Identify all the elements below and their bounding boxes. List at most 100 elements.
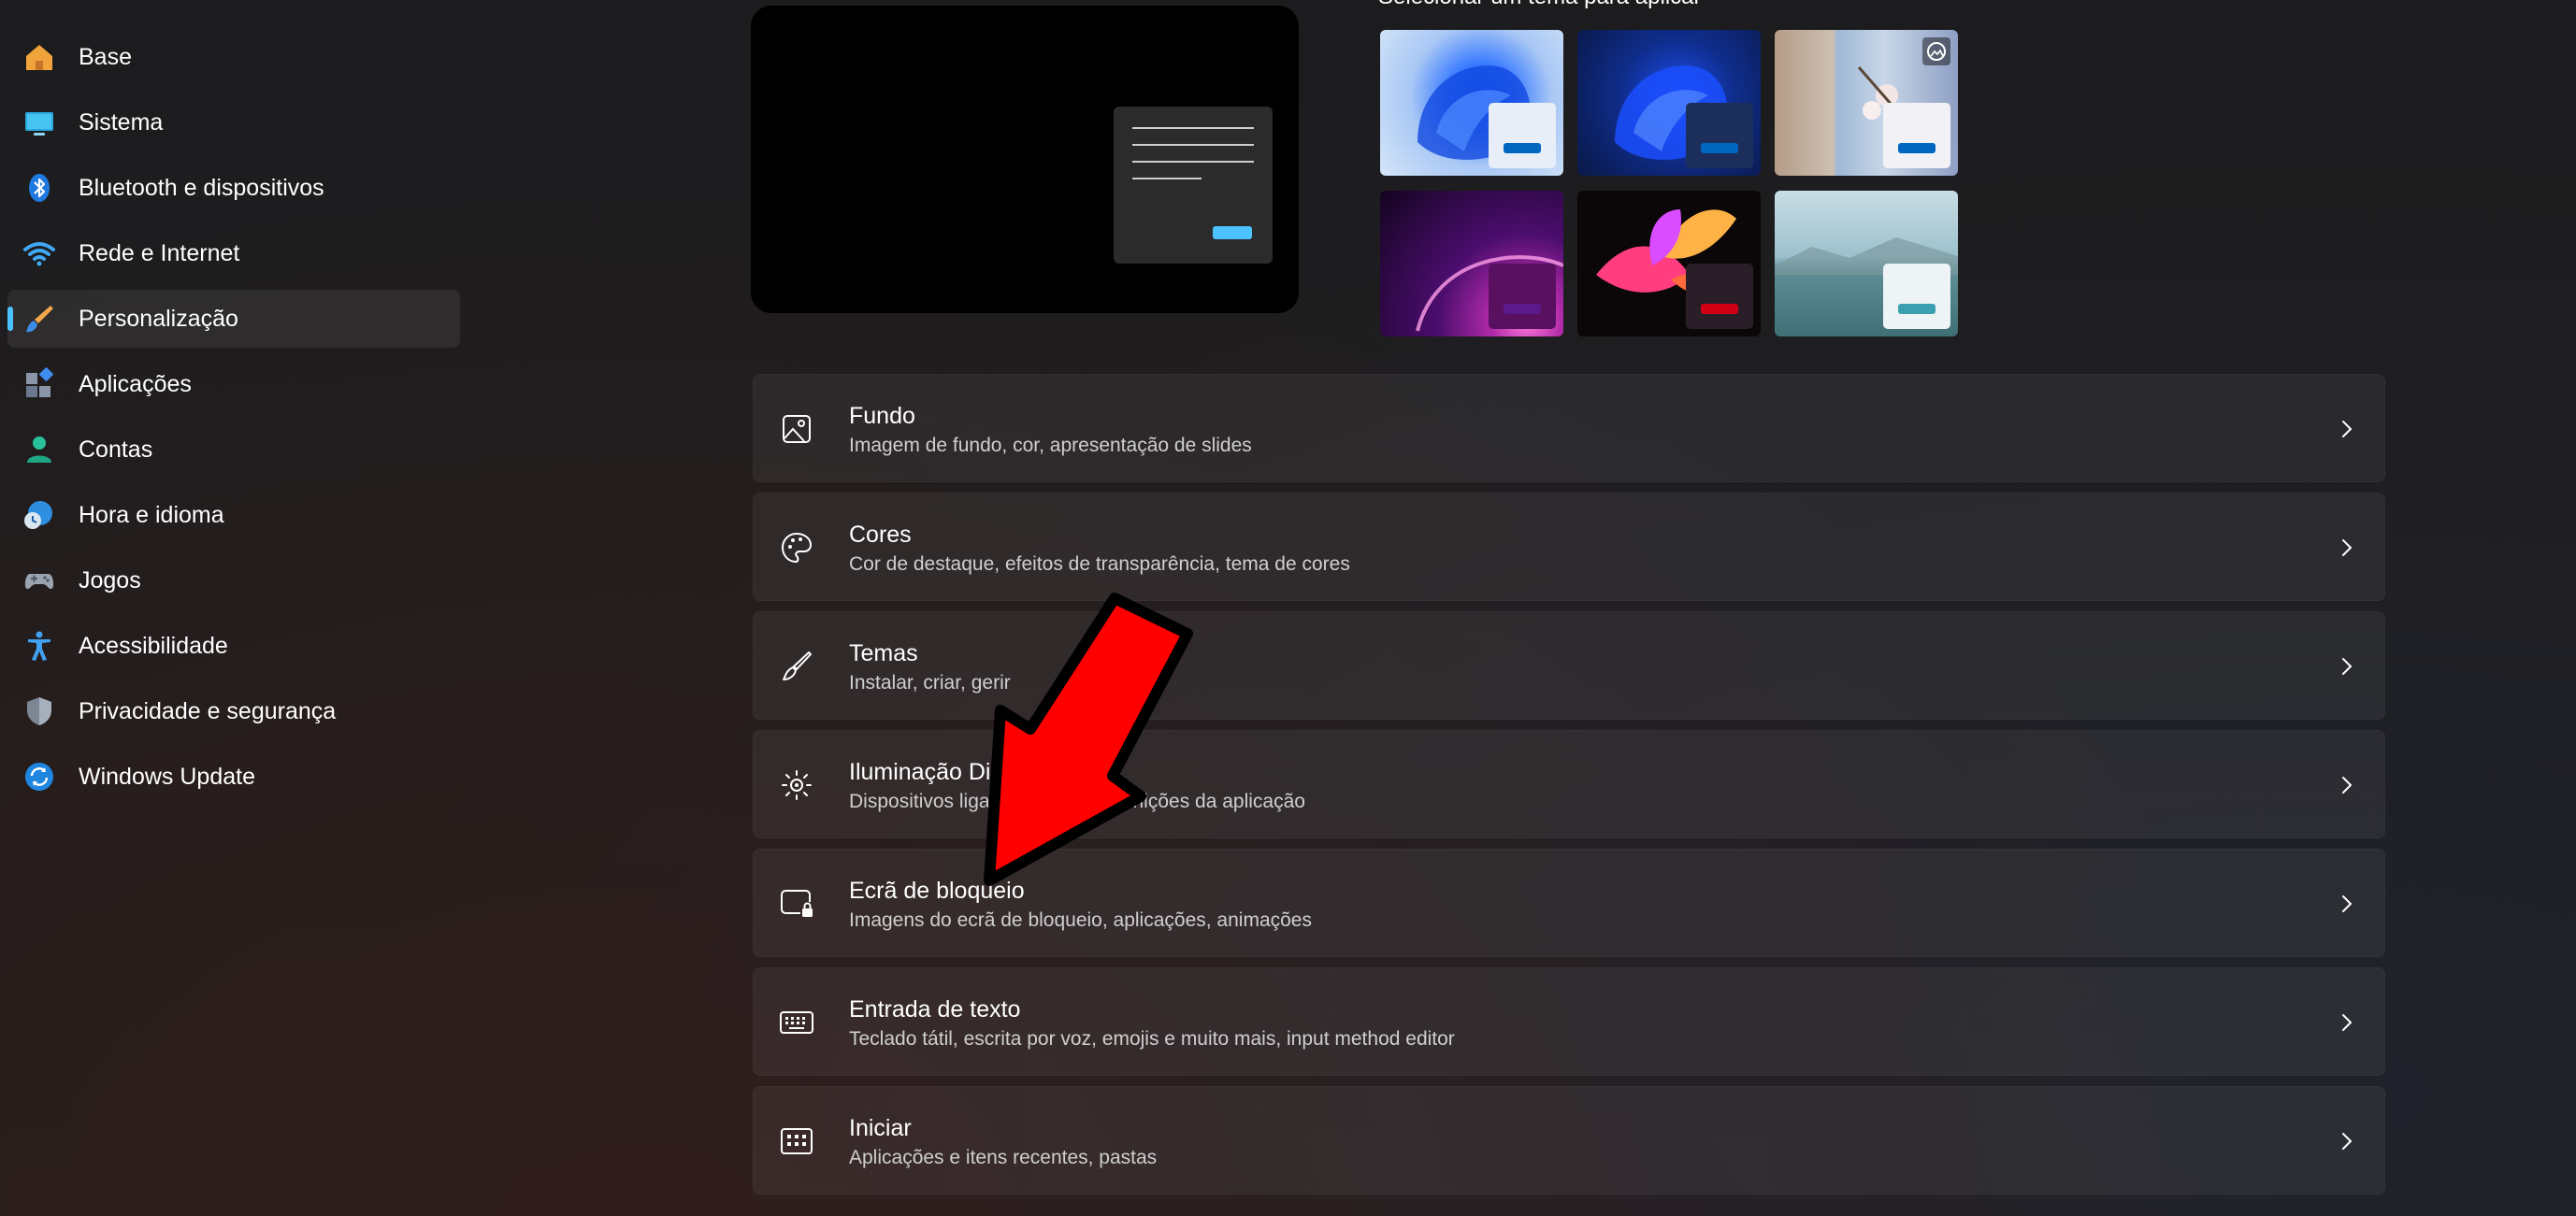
card-subtitle: Teclado tátil, escrita por voz, emojis e… [849, 1028, 1455, 1050]
theme-thumb-captured-motion[interactable] [1577, 191, 1761, 336]
theme-accent-bar [1898, 304, 1936, 314]
card-title: Fundo [849, 403, 915, 429]
sidebar-item-windows-update[interactable]: Windows Update [7, 748, 460, 806]
keyboard-icon [778, 1004, 815, 1041]
selected-theme-icon [1922, 37, 1950, 65]
card-cores[interactable]: Cores Cor de destaque, efeitos de transp… [753, 493, 2385, 601]
sidebar-item-contas[interactable]: Contas [7, 421, 460, 479]
sidebar-item-personalizacao[interactable]: Personalização [7, 290, 460, 348]
sidebar-item-jogos[interactable]: Jogos [7, 551, 460, 609]
sidebar-item-hora[interactable]: Hora e idioma [7, 486, 460, 544]
sidebar-item-label: Aplicações [79, 370, 192, 397]
card-title: Iluminação Dinâmica [849, 759, 1067, 785]
card-subtitle: Dispositivos ligados, efeitos, definiçõe… [849, 791, 1305, 812]
chevron-right-icon [2336, 1128, 2358, 1154]
shield-icon [21, 693, 58, 730]
theme-accent-bar [1701, 304, 1738, 314]
theme-grid [1380, 30, 1960, 338]
preview-button [1213, 226, 1252, 239]
image-icon [778, 410, 815, 448]
sidebar-item-label: Hora e idioma [79, 501, 224, 528]
chevron-right-icon [2336, 535, 2358, 561]
start-icon [778, 1123, 815, 1160]
account-icon [21, 431, 58, 468]
card-title: Entrada de texto [849, 996, 1021, 1023]
card-title: Ecrã de bloqueio [849, 878, 1025, 904]
sidebar-item-label: Privacidade e segurança [79, 697, 337, 724]
lock-screen-icon [778, 885, 815, 923]
card-iluminacao-dinamica[interactable]: Iluminação Dinâmica Dispositivos ligados… [753, 730, 2385, 838]
sidebar-item-label: Sistema [79, 108, 164, 136]
theme-accent-bar [1504, 304, 1541, 314]
sidebar-item-label: Personalização [79, 305, 238, 332]
sidebar-item-label: Windows Update [79, 763, 255, 790]
theme-accent-bar [1898, 143, 1936, 153]
chevron-right-icon [2336, 1009, 2358, 1036]
home-icon [21, 38, 58, 76]
theme-swatch [1489, 103, 1556, 168]
card-subtitle: Cor de destaque, efeitos de transparênci… [849, 553, 1350, 575]
theme-accent-bar [1504, 143, 1541, 153]
sidebar-item-label: Acessibilidade [79, 632, 228, 659]
settings-list: Fundo Imagem de fundo, cor, apresentação… [753, 374, 2385, 1205]
preview-line [1132, 144, 1254, 146]
gamepad-icon [21, 562, 58, 599]
sidebar-item-aplicacoes[interactable]: Aplicações [7, 355, 460, 413]
chevron-right-icon [2336, 891, 2358, 917]
sidebar-item-label: Base [79, 43, 132, 70]
accessibility-icon [21, 627, 58, 665]
chevron-right-icon [2336, 416, 2358, 442]
theme-swatch [1686, 264, 1753, 329]
theme-accent-bar [1701, 143, 1738, 153]
card-subtitle: Imagens do ecrã de bloqueio, aplicações,… [849, 909, 1312, 931]
sidebar-item-label: Contas [79, 436, 153, 463]
sidebar-item-sistema[interactable]: Sistema [7, 93, 460, 151]
sidebar-item-acessibilidade[interactable]: Acessibilidade [7, 617, 460, 675]
windows-update-icon [21, 758, 58, 795]
bluetooth-icon [21, 169, 58, 207]
theme-thumb-flow[interactable] [1775, 191, 1958, 336]
system-monitor-icon [21, 104, 58, 141]
theme-swatch [1883, 103, 1950, 168]
theme-thumb-blossom[interactable] [1775, 30, 1958, 176]
theme-swatch [1686, 103, 1753, 168]
card-temas[interactable]: Temas Instalar, criar, gerir [753, 611, 2385, 720]
brush-icon [778, 648, 815, 685]
card-title: Temas [849, 640, 918, 666]
sidebar-item-rede[interactable]: Rede e Internet [7, 224, 460, 282]
card-subtitle: Instalar, criar, gerir [849, 672, 1011, 694]
dynamic-lighting-icon [778, 766, 815, 804]
theme-thumb-dark-bloom[interactable] [1577, 30, 1761, 176]
preview-line [1132, 127, 1254, 129]
sidebar-item-label: Jogos [79, 566, 141, 594]
sidebar-item-base[interactable]: Base [7, 28, 460, 86]
paintbrush-icon [21, 300, 58, 337]
chevron-right-icon [2336, 772, 2358, 798]
card-title: Cores [849, 522, 912, 548]
card-subtitle: Imagem de fundo, cor, apresentação de sl… [849, 435, 1252, 456]
preview-window [1114, 107, 1273, 264]
globe-clock-icon [21, 496, 58, 534]
theme-preview [751, 6, 1299, 313]
card-iniciar[interactable]: Iniciar Aplicações e itens recentes, pas… [753, 1086, 2385, 1195]
chevron-right-icon [2336, 653, 2358, 680]
settings-window: Base Sistema Bluetooth e dispositivos Re… [0, 0, 2576, 1216]
card-subtitle: Aplicações e itens recentes, pastas [849, 1147, 1158, 1168]
sidebar-item-bluetooth[interactable]: Bluetooth e dispositivos [7, 159, 460, 217]
card-title: Iniciar [849, 1115, 912, 1141]
theme-thumb-light-bloom[interactable] [1380, 30, 1563, 176]
preview-line [1132, 178, 1202, 179]
sidebar-nav: Base Sistema Bluetooth e dispositivos Re… [0, 28, 468, 813]
sidebar-item-label: Bluetooth e dispositivos [79, 174, 324, 201]
theme-swatch [1883, 264, 1950, 329]
preview-line [1132, 161, 1254, 163]
card-ecra-de-bloqueio[interactable]: Ecrã de bloqueio Imagens do ecrã de bloq… [753, 849, 2385, 957]
sidebar-item-privacidade[interactable]: Privacidade e segurança [7, 682, 460, 740]
sidebar-item-label: Rede e Internet [79, 239, 240, 266]
card-fundo[interactable]: Fundo Imagem de fundo, cor, apresentação… [753, 374, 2385, 482]
palette-icon [778, 529, 815, 566]
themes-heading: Selecionar um tema para aplicar [1378, 0, 1702, 10]
wifi-icon [21, 235, 58, 272]
theme-thumb-glow[interactable] [1380, 191, 1563, 336]
card-entrada-de-texto[interactable]: Entrada de texto Teclado tátil, escrita … [753, 967, 2385, 1076]
